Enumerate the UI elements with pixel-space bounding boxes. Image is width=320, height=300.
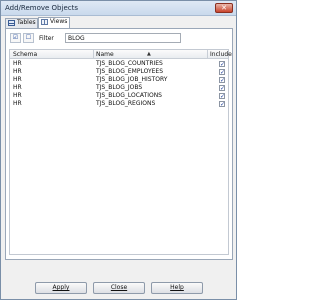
tab-tables[interactable]: Tables <box>5 18 38 28</box>
column-header-name[interactable]: Name <box>96 51 114 58</box>
table-row[interactable]: HR TJS_BLOG_JOBS ✓ <box>10 84 228 92</box>
include-checkbox[interactable]: ✓ <box>219 61 225 68</box>
schema-cell: HR <box>13 92 22 99</box>
column-divider[interactable] <box>207 50 208 59</box>
schema-cell: HR <box>13 68 22 75</box>
tab-views-label: Views <box>50 18 68 25</box>
include-checkbox[interactable]: ✓ <box>219 101 225 108</box>
name-cell: TJS_BLOG_JOB_HISTORY <box>96 76 168 83</box>
schema-cell: HR <box>13 100 22 107</box>
table-row[interactable]: HR TJS_BLOG_COUNTRIES ✓ <box>10 60 228 68</box>
column-header-schema[interactable]: Schema <box>13 51 37 58</box>
schema-cell: HR <box>13 60 22 67</box>
views-panel: ☑ ☐ Filter Schema Name ▲ Include HR TJS_… <box>5 28 233 260</box>
tab-views[interactable]: Views <box>38 17 70 28</box>
name-cell: TJS_BLOG_COUNTRIES <box>96 60 163 67</box>
include-checkbox[interactable]: ✓ <box>219 77 225 84</box>
apply-button[interactable]: Apply <box>35 282 87 294</box>
table-row[interactable]: HR TJS_BLOG_REGIONS ✓ <box>10 100 228 108</box>
window-title: Add/Remove Objects <box>5 4 78 12</box>
title-bar: Add/Remove Objects ✕ <box>1 1 236 16</box>
name-cell: TJS_BLOG_EMPLOYEES <box>96 68 164 75</box>
sort-ascending-icon: ▲ <box>147 51 151 57</box>
select-all-icon[interactable]: ☑ <box>10 33 21 43</box>
close-button[interactable]: Close <box>93 282 145 294</box>
add-remove-objects-dialog: Add/Remove Objects ✕ Tables Views ☑ ☐ Fi… <box>0 0 237 300</box>
schema-cell: HR <box>13 84 22 91</box>
filter-label: Filter <box>39 35 54 42</box>
name-cell: TJS_BLOG_JOBS <box>96 84 143 91</box>
include-checkbox[interactable]: ✓ <box>219 69 225 76</box>
column-divider[interactable] <box>93 50 94 59</box>
tab-strip: Tables Views <box>5 17 233 28</box>
table-row[interactable]: HR TJS_BLOG_EMPLOYEES ✓ <box>10 68 228 76</box>
include-checkbox[interactable]: ✓ <box>219 93 225 100</box>
table-icon <box>8 20 15 26</box>
close-icon[interactable]: ✕ <box>215 3 233 13</box>
objects-table: Schema Name ▲ Include HR TJS_BLOG_COUNTR… <box>9 49 232 255</box>
column-header-include[interactable]: Include <box>210 51 232 58</box>
table-row[interactable]: HR TJS_BLOG_JOB_HISTORY ✓ <box>10 76 228 84</box>
filter-input[interactable] <box>65 33 181 43</box>
table-header: Schema Name ▲ Include <box>10 50 232 59</box>
table-row[interactable]: HR TJS_BLOG_LOCATIONS ✓ <box>10 92 228 100</box>
deselect-all-icon[interactable]: ☐ <box>23 33 34 43</box>
name-cell: TJS_BLOG_LOCATIONS <box>96 92 162 99</box>
tab-tables-label: Tables <box>17 19 36 26</box>
help-button[interactable]: Help <box>151 282 203 294</box>
include-checkbox[interactable]: ✓ <box>219 85 225 92</box>
name-cell: TJS_BLOG_REGIONS <box>96 100 156 107</box>
schema-cell: HR <box>13 76 22 83</box>
view-icon <box>41 19 48 25</box>
